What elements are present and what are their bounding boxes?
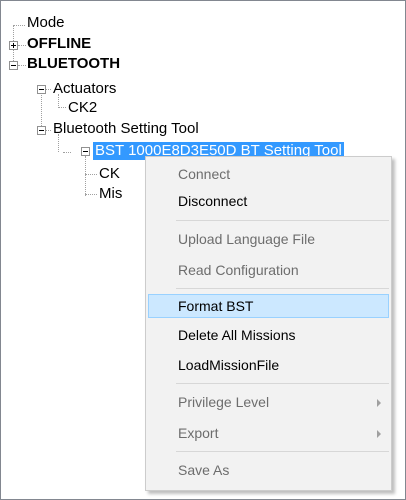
menu-separator <box>176 383 389 384</box>
menu-item-disconnect[interactable]: Disconnect <box>148 189 389 213</box>
tree-guide-line <box>85 156 86 196</box>
menu-separator <box>176 220 389 221</box>
submenu-arrow-icon <box>377 399 381 407</box>
tree-guide-line <box>63 152 71 153</box>
tree-node-bluetooth-setting-tool[interactable]: Bluetooth Setting Tool <box>51 120 201 138</box>
tree-node-offline[interactable]: OFFLINE <box>25 35 93 53</box>
tree-node-bluetooth[interactable]: BLUETOOTH <box>25 55 122 73</box>
tree-guide-line <box>85 194 97 195</box>
menu-item-load-mission-file[interactable]: LoadMissionFile <box>148 353 389 377</box>
tree-collapse-minus-icon[interactable] <box>37 85 46 94</box>
tree-node-child-mis[interactable]: Mis <box>97 185 124 203</box>
tree-expand-plus-icon[interactable] <box>9 41 18 50</box>
tree-view-panel: Mode OFFLINE BLUETOOTH Actuators CK2 Blu… <box>0 0 406 500</box>
menu-item-delete-all-missions[interactable]: Delete All Missions <box>148 323 389 347</box>
menu-item-export[interactable]: Export <box>148 421 389 445</box>
tree-node-ck2[interactable]: CK2 <box>66 99 99 117</box>
tree-node-mode[interactable]: Mode <box>25 14 67 32</box>
tree-guide-line <box>13 25 25 26</box>
tree-collapse-minus-icon[interactable] <box>9 61 18 70</box>
menu-item-read-configuration[interactable]: Read Configuration <box>148 258 389 282</box>
tree-guide-line <box>85 174 97 175</box>
menu-separator <box>176 451 389 452</box>
tree-guide-line <box>58 107 66 108</box>
tree-collapse-minus-icon[interactable] <box>81 147 90 156</box>
menu-item-export-label: Export <box>178 425 219 441</box>
context-menu: Connect Disconnect Upload Language File … <box>145 156 392 491</box>
submenu-arrow-icon <box>377 430 381 438</box>
tree-node-actuators[interactable]: Actuators <box>51 80 118 98</box>
menu-item-connect[interactable]: Connect <box>148 162 389 186</box>
menu-item-save-as[interactable]: Save As <box>148 458 389 482</box>
menu-item-upload-language-file[interactable]: Upload Language File <box>148 227 389 251</box>
menu-item-privilege-level[interactable]: Privilege Level <box>148 390 389 414</box>
menu-item-format-bst[interactable]: Format BST <box>148 294 389 318</box>
tree-node-child-ck[interactable]: CK <box>97 165 122 183</box>
menu-separator <box>176 288 389 289</box>
tree-collapse-minus-icon[interactable] <box>37 126 46 135</box>
menu-item-privilege-level-label: Privilege Level <box>178 394 270 410</box>
